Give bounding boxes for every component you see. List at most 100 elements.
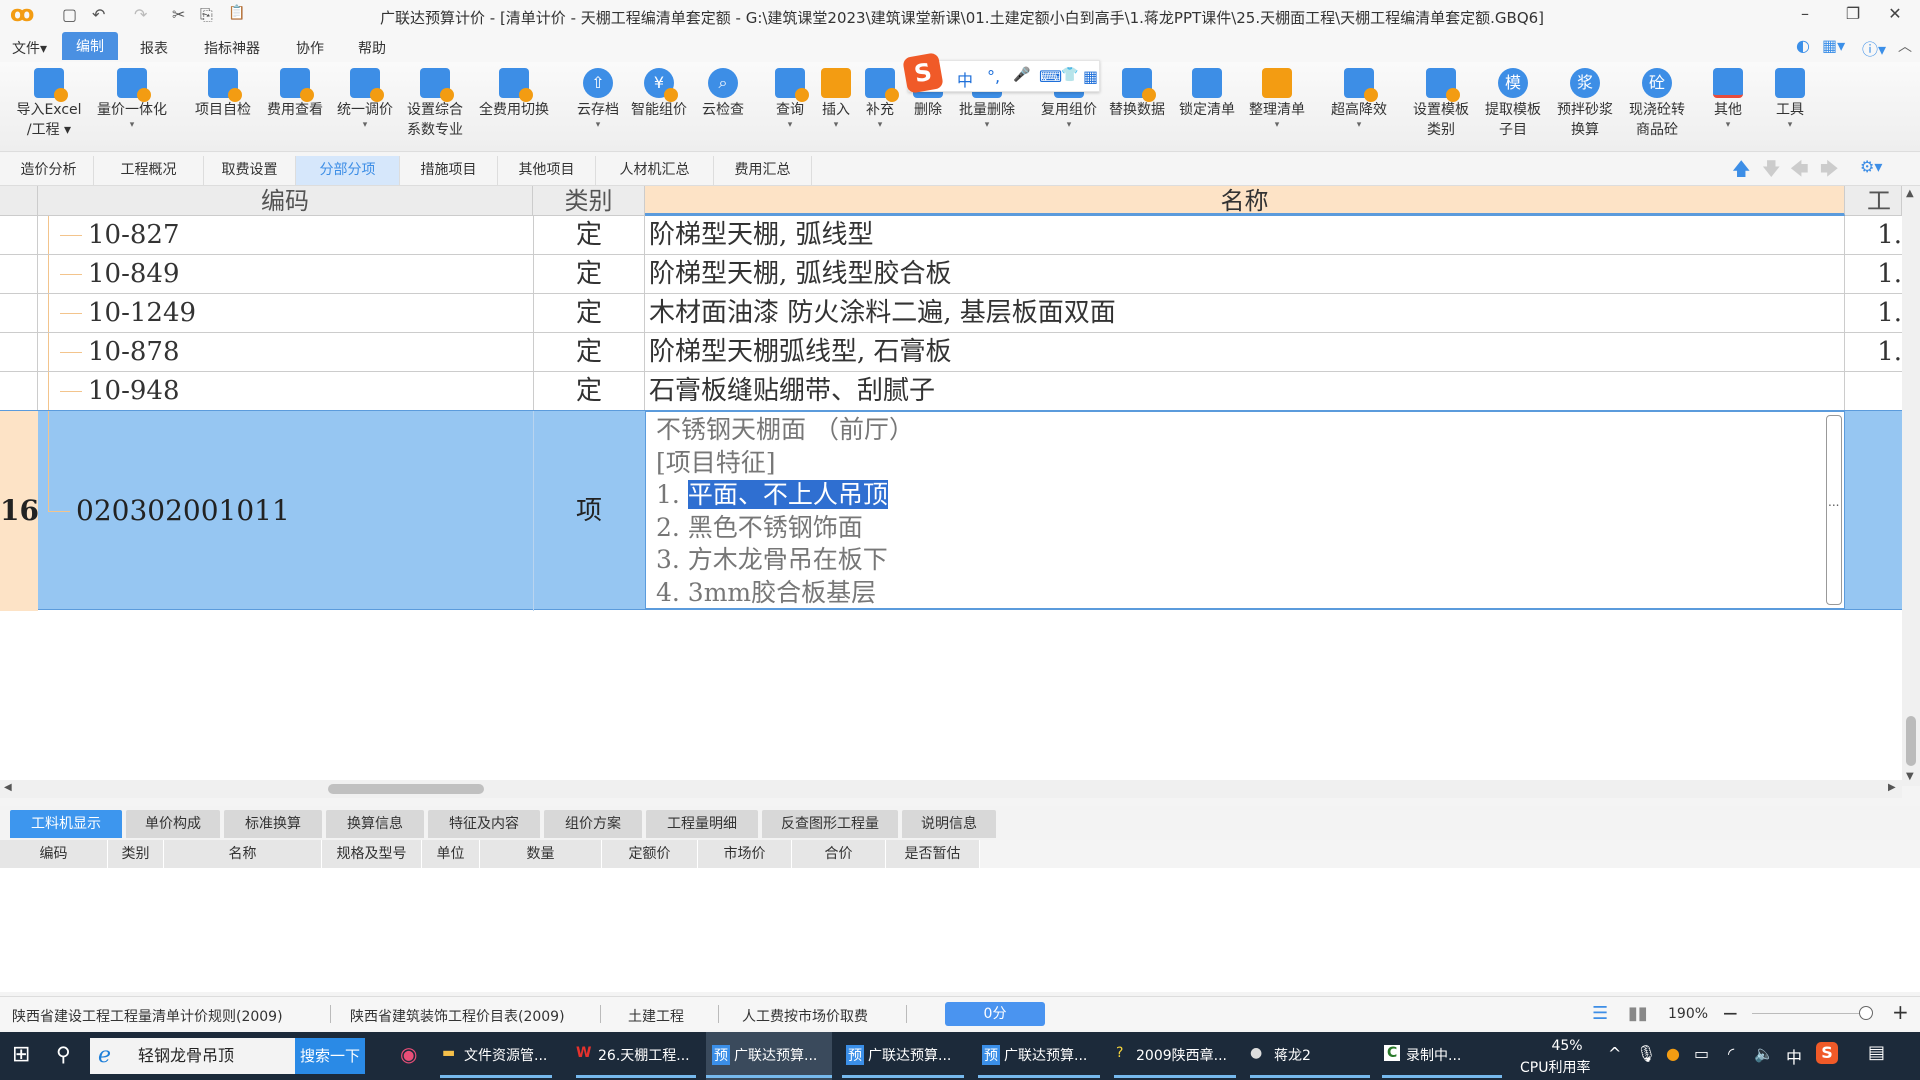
column-settings-icon[interactable]: ⚙▾ <box>1860 157 1882 176</box>
tab-reverse-check[interactable]: 反查图形工程量 <box>762 810 898 838</box>
self-check-button[interactable]: 项目自检 <box>190 68 256 120</box>
cell-type[interactable]: 定 <box>533 216 645 255</box>
horizontal-scrollbar[interactable]: ◀ ▶ <box>0 780 1902 798</box>
cell-code[interactable]: 10-878 <box>88 333 533 372</box>
cell-quantity[interactable]: 1. <box>1845 255 1902 294</box>
redo-icon[interactable]: ↷ <box>134 5 147 24</box>
move-up-icon[interactable]: 🡅 <box>1732 157 1751 187</box>
col-name[interactable]: 名称 <box>164 840 322 868</box>
move-right-icon[interactable]: 🡆 <box>1820 157 1839 187</box>
menu-edit[interactable]: 编制 <box>62 32 118 60</box>
lock-list-button[interactable]: 锁定清单 <box>1174 68 1240 120</box>
browser-icon[interactable]: ◉ <box>400 1042 417 1066</box>
tab-fee-settings[interactable]: 取费设置 <box>204 156 296 185</box>
volume-icon[interactable]: 🔈 <box>1754 1044 1774 1063</box>
cell-code[interactable]: 10-849 <box>88 255 533 294</box>
menu-indicator[interactable]: 指标神器 <box>196 36 268 60</box>
cloud-save-button[interactable]: ⇧ 云存档 ▾ <box>572 68 624 130</box>
zoom-slider-thumb[interactable] <box>1858 1006 1873 1020</box>
tools-button[interactable]: 工具 ▾ <box>1772 68 1808 130</box>
taskbar-app-recorder[interactable]: C 录制中... <box>1380 1032 1504 1080</box>
query-button[interactable]: 查询 ▾ <box>770 68 810 130</box>
taskbar-app-doc[interactable]: ? 2009陕西章... <box>1112 1032 1238 1080</box>
selected-table-row[interactable]: 16 020302001011 项 不锈钢天棚面 （前厅） [项目特征] 1. … <box>0 410 1902 611</box>
ime-skin-icon[interactable]: 👕 <box>1061 67 1078 83</box>
menu-collab[interactable]: 协作 <box>288 36 332 60</box>
table-row[interactable]: 10-1249 定 木材面油漆 防火涂料二遍, 基层板面双面 1. <box>0 294 1902 333</box>
quantity-price-button[interactable]: 量价一体化 ▾ <box>92 68 172 130</box>
selected-text[interactable]: 平面、不上人吊顶 <box>687 480 888 509</box>
supplement-button[interactable]: 补充 ▾ <box>860 68 900 130</box>
full-fee-switch-button[interactable]: 全费用切换 <box>472 68 556 120</box>
ime-punct-icon[interactable]: °, <box>987 67 1000 86</box>
layout-rows-icon[interactable]: ☰ <box>1592 1003 1608 1024</box>
taskbar-app-glodon-2[interactable]: 预 广联达预算... <box>840 1032 966 1080</box>
cell-name[interactable]: 阶梯型天棚, 弧线型 <box>645 216 1845 255</box>
cell-quantity[interactable]: 1. <box>1845 333 1902 372</box>
cell-type[interactable]: 定 <box>533 333 645 372</box>
show-hidden-icons[interactable]: ^ <box>1608 1044 1621 1063</box>
cell-code[interactable]: 10-948 <box>88 372 533 411</box>
move-down-icon[interactable]: 🡇 <box>1762 157 1781 187</box>
wifi-icon[interactable]: ◜ <box>1728 1044 1734 1063</box>
replace-data-button[interactable]: 替换数据 <box>1104 68 1170 120</box>
apps-grid-icon[interactable]: ▦▾ <box>1822 36 1845 55</box>
vertical-scroll-thumb[interactable] <box>1906 716 1916 766</box>
ime-mic-icon[interactable]: 🎤 <box>1013 67 1030 83</box>
undo-icon[interactable]: ↶ <box>92 5 105 24</box>
header-quantity[interactable]: 工程 <box>1845 186 1902 216</box>
import-excel-button[interactable]: 导入Excel/工程 ▾ <box>14 68 84 140</box>
header-name[interactable]: 名称 <box>645 186 1845 216</box>
col-code[interactable]: 编码 <box>0 840 108 868</box>
organize-list-button[interactable]: 整理清单 ▾ <box>1244 68 1310 130</box>
taskbar-app-glodon-1[interactable]: 预 广联达预算... <box>706 1032 832 1080</box>
sogou-tray-icon[interactable]: S <box>1816 1042 1838 1064</box>
col-total[interactable]: 合价 <box>792 840 886 868</box>
cloud-check-button[interactable]: ⌕ 云检查 <box>696 68 750 120</box>
move-left-icon[interactable]: 🡄 <box>1790 157 1809 187</box>
cell-code[interactable]: 10-1249 <box>88 294 533 333</box>
ime-toolbox-icon[interactable]: ▦ <box>1083 67 1098 86</box>
tab-description[interactable]: 说明信息 <box>902 810 996 838</box>
tab-sub-items[interactable]: 分部分项 <box>296 156 400 185</box>
tab-quantity-detail[interactable]: 工程量明细 <box>646 810 758 838</box>
ime-toolbar[interactable]: S 中 °, 🎤 ⌨ 👕 ▦ <box>902 52 1100 94</box>
horizontal-scroll-thumb[interactable] <box>328 784 484 794</box>
extract-template-button[interactable]: 模提取模板 子目 <box>1480 68 1546 140</box>
cell-code[interactable]: 020302001011 <box>76 411 290 611</box>
scroll-left-icon[interactable]: ◀ <box>4 782 12 793</box>
col-spec[interactable]: 规格及型号 <box>322 840 422 868</box>
tab-standard-convert[interactable]: 标准换算 <box>224 810 322 838</box>
tab-labor-material[interactable]: 工料机显示 <box>10 810 122 838</box>
cell-name[interactable]: 木材面油漆 防火涂料二遍, 基层板面双面 <box>645 294 1845 333</box>
header-code[interactable]: 编码 <box>38 186 533 216</box>
tab-unit-price[interactable]: 单价构成 <box>126 810 220 838</box>
paste-icon[interactable]: 📋 <box>228 5 245 21</box>
cell-name[interactable]: 石膏板缝贴绷带、刮腻子 <box>645 372 1845 411</box>
table-row[interactable]: 10-827 定 阶梯型天棚, 弧线型 1. <box>0 216 1902 255</box>
cell-code[interactable]: 10-827 <box>88 216 533 255</box>
cell-type[interactable]: 定 <box>533 255 645 294</box>
menu-help[interactable]: 帮助 <box>350 36 394 60</box>
cell-name[interactable]: 阶梯型天棚, 弧线型胶合板 <box>645 255 1845 294</box>
tab-pricing-plan[interactable]: 组价方案 <box>544 810 642 838</box>
restore-button[interactable]: ❐ <box>1838 4 1868 23</box>
zoom-slider-track[interactable] <box>1752 1013 1872 1014</box>
tab-project-overview[interactable]: 工程概况 <box>94 156 204 185</box>
col-unit[interactable]: 单位 <box>422 840 480 868</box>
cell-name[interactable]: 阶梯型天棚弧线型, 石膏板 <box>645 333 1845 372</box>
menu-report[interactable]: 报表 <box>132 36 176 60</box>
support-icon[interactable]: ◐ <box>1796 36 1810 55</box>
battery-icon[interactable]: ▭ <box>1694 1044 1709 1063</box>
vertical-scrollbar[interactable]: ▲ ▼ <box>1902 186 1920 786</box>
table-row[interactable]: 10-849 定 阶梯型天棚, 弧线型胶合板 1. <box>0 255 1902 294</box>
tab-convert-info[interactable]: 换算信息 <box>326 810 424 838</box>
col-provisional[interactable]: 是否暂估 <box>886 840 980 868</box>
scroll-up-icon[interactable]: ▲ <box>1906 188 1914 199</box>
status-discipline[interactable]: 土建工程 <box>628 1006 684 1026</box>
table-row[interactable]: 10-878 定 阶梯型天棚弧线型, 石膏板 1. <box>0 333 1902 372</box>
info-icon[interactable]: ⓘ▾ <box>1862 36 1886 60</box>
set-template-category-button[interactable]: 设置模板 类别 <box>1408 68 1474 140</box>
layout-columns-icon[interactable]: ▮▮ <box>1628 1003 1648 1024</box>
close-button[interactable]: ✕ <box>1880 4 1910 23</box>
